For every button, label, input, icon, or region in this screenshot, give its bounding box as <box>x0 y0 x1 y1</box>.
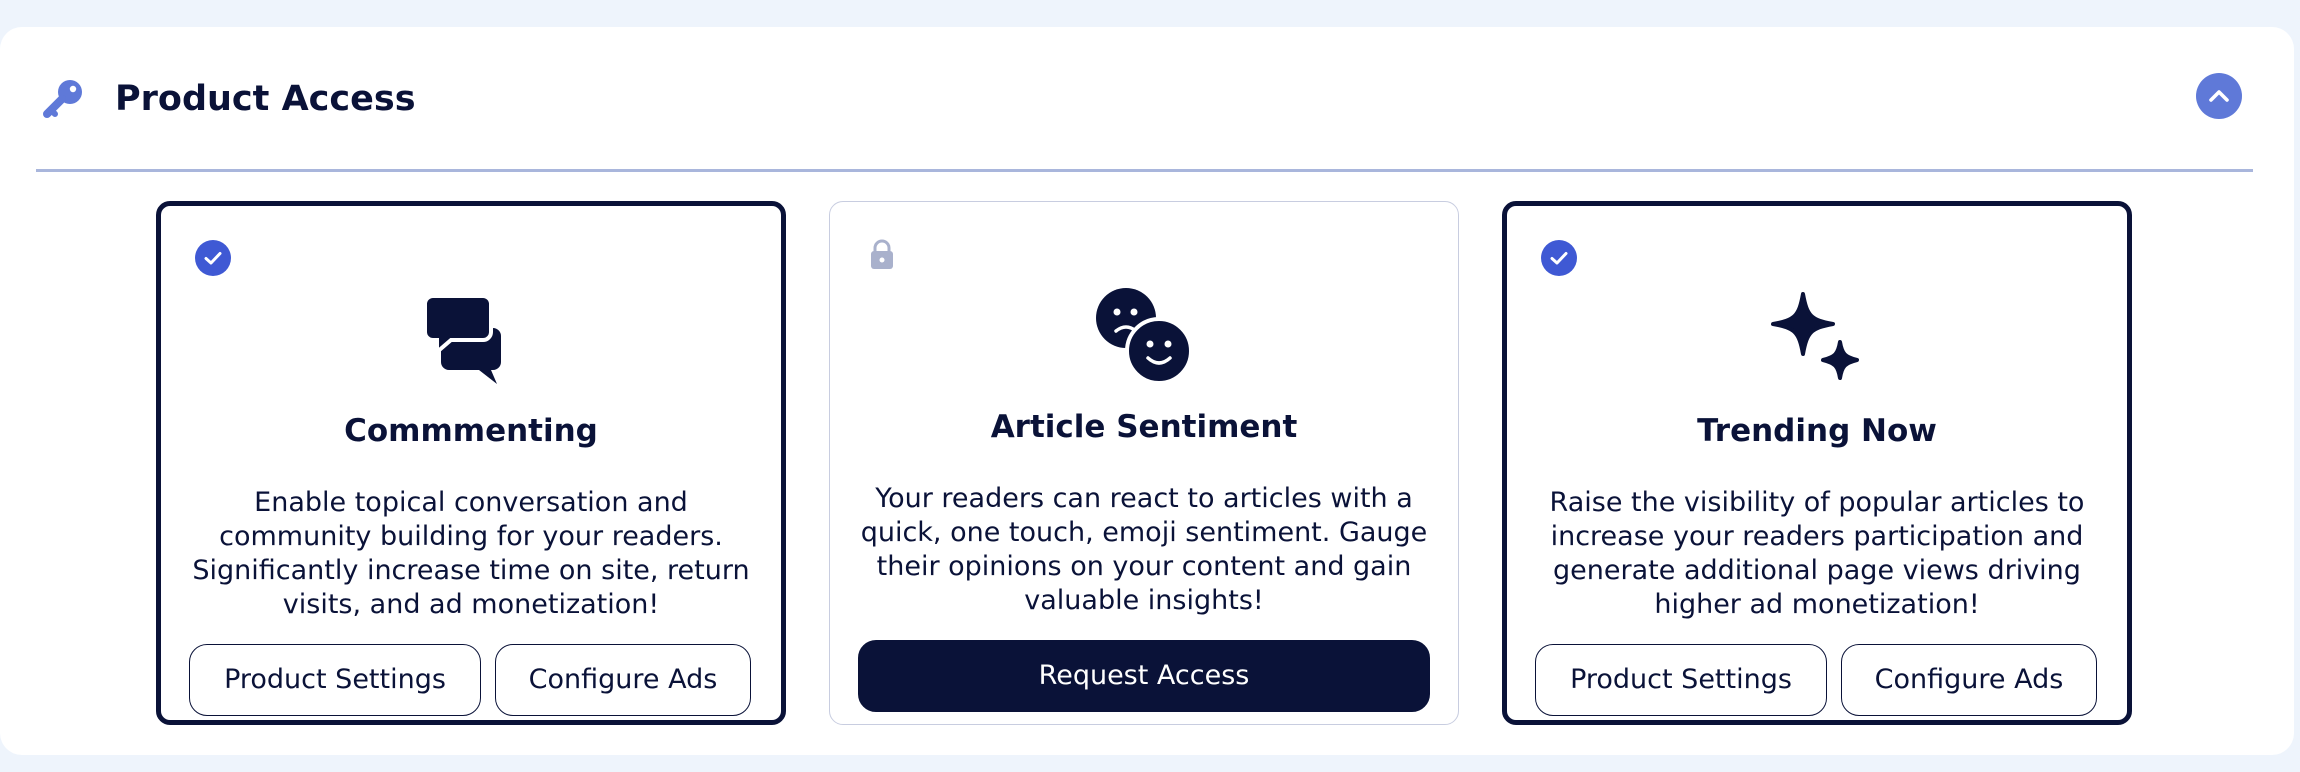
product-settings-button[interactable]: Product Settings <box>1535 644 1827 716</box>
section-title: Product Access <box>115 79 416 119</box>
product-card-article-sentiment: Article Sentiment Your readers can react… <box>829 201 1459 725</box>
header-divider <box>36 169 2253 172</box>
card-description: Enable topical conversation and communit… <box>192 487 750 620</box>
product-settings-button[interactable]: Product Settings <box>189 644 481 716</box>
product-card-commenting: Commmenting Enable topical conversation … <box>156 201 786 725</box>
configure-ads-button[interactable]: Configure Ads <box>1841 644 2097 716</box>
card-title: Article Sentiment <box>990 409 1298 445</box>
check-circle-icon <box>1541 240 1577 276</box>
request-access-button[interactable]: Request Access <box>858 640 1430 712</box>
check-circle-icon <box>195 240 231 276</box>
section-header[interactable]: Product Access <box>0 27 2294 167</box>
configure-ads-button[interactable]: Configure Ads <box>495 644 751 716</box>
emoji-faces-icon <box>1096 288 1193 385</box>
chat-bubbles-icon <box>423 294 501 384</box>
lock-icon <box>871 239 893 269</box>
product-access-panel: Product Access Commmenting Enable topica… <box>0 27 2294 755</box>
card-description: Your readers can react to articles with … <box>860 483 1428 616</box>
collapse-button[interactable] <box>2196 73 2242 119</box>
card-title: Trending Now <box>1697 413 1937 449</box>
key-icon <box>43 80 82 118</box>
sparkles-icon <box>1771 292 1859 380</box>
card-title: Commmenting <box>344 413 598 449</box>
card-description: Raise the visibility of popular articles… <box>1549 487 2085 620</box>
chevron-up-icon <box>2209 90 2229 102</box>
product-card-trending-now: Trending Now Raise the visibility of pop… <box>1502 201 2132 725</box>
